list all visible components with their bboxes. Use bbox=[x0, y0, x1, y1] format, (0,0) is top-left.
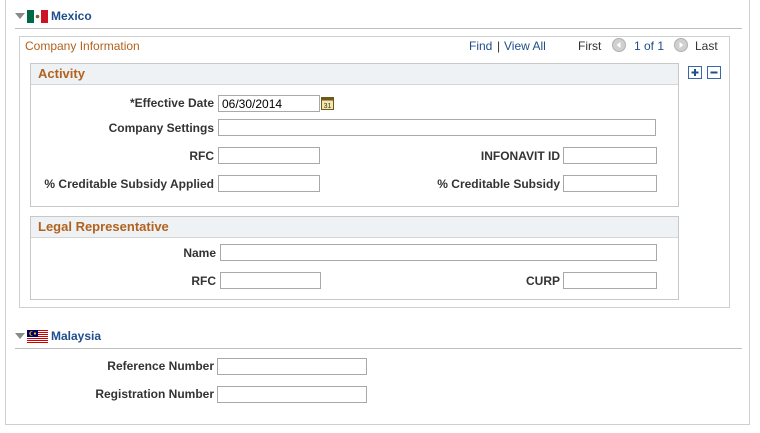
nav-separator: | bbox=[497, 39, 501, 53]
curp-input[interactable] bbox=[563, 272, 657, 289]
effective-date-input[interactable] bbox=[218, 95, 320, 112]
rfc-input[interactable] bbox=[218, 147, 320, 164]
add-row-button[interactable] bbox=[688, 66, 702, 79]
creditable-subsidy-input[interactable] bbox=[563, 175, 657, 192]
creditable-subsidy-applied-label: % Creditable Subsidy Applied bbox=[44, 177, 214, 191]
company-settings-input[interactable] bbox=[218, 119, 656, 136]
calendar-icon[interactable]: 31 bbox=[321, 96, 334, 110]
last-label: Last bbox=[695, 39, 718, 53]
outer-frame-right bbox=[749, 0, 750, 425]
reference-number-input[interactable] bbox=[217, 358, 367, 375]
mexico-divider bbox=[15, 28, 742, 29]
curp-label: CURP bbox=[525, 274, 560, 288]
infonavit-id-input[interactable] bbox=[563, 147, 657, 164]
reference-number-label: Reference Number bbox=[107, 359, 214, 373]
creditable-subsidy-label: % Creditable Subsidy bbox=[437, 177, 560, 191]
minus-icon bbox=[710, 71, 718, 74]
plus-icon bbox=[691, 69, 699, 76]
effective-date-label: *Effective Date bbox=[129, 96, 214, 110]
previous-arrow-icon[interactable] bbox=[612, 38, 626, 52]
rfc-label: RFC bbox=[189, 149, 214, 163]
infonavit-id-label: INFONAVIT ID bbox=[480, 149, 560, 163]
activity-header: Activity bbox=[31, 64, 678, 85]
first-label: First bbox=[578, 39, 602, 53]
activity-title: Activity bbox=[38, 66, 85, 81]
outer-frame-bottom bbox=[5, 424, 750, 425]
legal-rfc-label: RFC bbox=[191, 274, 216, 288]
legal-representative-title: Legal Representative bbox=[38, 219, 169, 234]
malaysia-flag-icon bbox=[27, 329, 48, 343]
registration-number-label: Registration Number bbox=[95, 387, 214, 401]
find-link[interactable]: Find bbox=[469, 39, 492, 53]
malaysia-section-header[interactable]: Malaysia bbox=[15, 329, 101, 343]
view-all-link[interactable]: View All bbox=[504, 39, 546, 53]
mexico-flag-icon bbox=[27, 9, 48, 23]
creditable-subsidy-applied-input[interactable] bbox=[218, 175, 320, 192]
malaysia-divider bbox=[15, 348, 742, 349]
registration-number-input[interactable] bbox=[217, 386, 367, 403]
svg-text:31: 31 bbox=[324, 103, 332, 110]
mexico-section-header[interactable]: Mexico bbox=[15, 9, 92, 23]
company-settings-label: Company Settings bbox=[108, 121, 214, 135]
name-input[interactable] bbox=[220, 244, 657, 261]
mexico-section-title: Mexico bbox=[51, 9, 92, 23]
next-arrow-icon[interactable] bbox=[674, 38, 688, 52]
outer-frame-left bbox=[5, 0, 6, 425]
legal-rfc-input[interactable] bbox=[220, 272, 321, 289]
name-label: Name bbox=[183, 246, 216, 260]
legal-representative-header: Legal Representative bbox=[31, 217, 678, 238]
collapse-triangle-icon[interactable] bbox=[15, 13, 25, 19]
row-range: 1 of 1 bbox=[634, 39, 665, 53]
company-info-title: Company Information bbox=[25, 39, 140, 53]
malaysia-section-title: Malaysia bbox=[51, 329, 102, 343]
remove-row-button[interactable] bbox=[707, 66, 721, 79]
collapse-triangle-icon[interactable] bbox=[15, 333, 25, 339]
